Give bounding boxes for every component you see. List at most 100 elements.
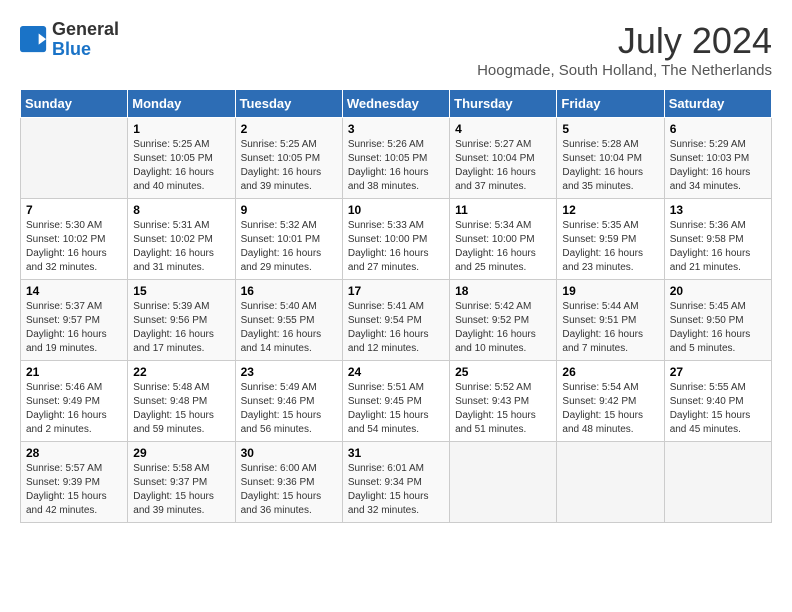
day-number: 18: [455, 284, 551, 298]
calendar-header-row: SundayMondayTuesdayWednesdayThursdayFrid…: [21, 90, 772, 118]
calendar-cell: 5 Sunrise: 5:28 AM Sunset: 10:04 PM Dayli…: [557, 118, 664, 199]
day-number: 26: [562, 365, 658, 379]
day-number: 7: [26, 203, 122, 217]
calendar-cell: 18 Sunrise: 5:42 AM Sunset: 9:52 PM Dayli…: [450, 280, 557, 361]
day-number: 24: [348, 365, 444, 379]
calendar-cell: 26Sunrise: 5:54 AM Sunset: 9:42 PM Dayli…: [557, 361, 664, 442]
calendar-cell: 19Sunrise: 5:44 AM Sunset: 9:51 PM Dayli…: [557, 280, 664, 361]
column-header-monday: Monday: [128, 90, 235, 118]
day-info: Sunrise: 6:01 AM Sunset: 9:34 PM Dayligh…: [348, 462, 444, 518]
day-number: 3: [348, 122, 444, 136]
calendar-cell: 15 Sunrise: 5:39 AM Sunset: 9:56 PM Dayli…: [128, 280, 235, 361]
calendar-cell: 20 Sunrise: 5:45 AM Sunset: 9:50 PM Dayli…: [664, 280, 771, 361]
day-info: Sunrise: 5:52 AM Sunset: 9:43 PM Dayligh…: [455, 381, 551, 437]
day-info: Sunrise: 5:58 AM Sunset: 9:37 PM Dayligh…: [133, 462, 229, 518]
day-number: 15: [133, 284, 229, 298]
day-number: 21: [26, 365, 122, 379]
calendar-cell: 17 Sunrise: 5:41 AM Sunset: 9:54 PM Dayli…: [342, 280, 449, 361]
day-number: 23: [241, 365, 337, 379]
day-info: Sunrise: 5:42 AM Sunset: 9:52 PM Dayligh…: [455, 300, 551, 356]
day-number: 25: [455, 365, 551, 379]
calendar-cell: 10Sunrise: 5:33 AM Sunset: 10:00 PM Dayl…: [342, 199, 449, 280]
day-info: Sunrise: 5:46 AM Sunset: 9:49 PM Dayligh…: [26, 381, 122, 437]
calendar-week-row: 1 Sunrise: 5:25 AM Sunset: 10:05 PM Dayli…: [21, 118, 772, 199]
day-info: Sunrise: 5:41 AM Sunset: 9:54 PM Dayligh…: [348, 300, 444, 356]
day-info: Sunrise: 5:57 AM Sunset: 9:39 PM Dayligh…: [26, 462, 122, 518]
day-number: 14: [26, 284, 122, 298]
day-info: Sunrise: 6:00 AM Sunset: 9:36 PM Dayligh…: [241, 462, 337, 518]
calendar-cell: 8Sunrise: 5:31 AM Sunset: 10:02 PM Dayli…: [128, 199, 235, 280]
day-info: Sunrise: 5:45 AM Sunset: 9:50 PM Dayligh…: [670, 300, 766, 356]
logo-icon: [20, 26, 48, 54]
day-info: Sunrise: 5:25 AM Sunset: 10:05 PM Daylig…: [133, 138, 229, 194]
day-info: Sunrise: 5:27 AM Sunset: 10:04 PM Daylig…: [455, 138, 551, 194]
day-info: Sunrise: 5:55 AM Sunset: 9:40 PM Dayligh…: [670, 381, 766, 437]
day-info: Sunrise: 5:48 AM Sunset: 9:48 PM Dayligh…: [133, 381, 229, 437]
day-number: 27: [670, 365, 766, 379]
day-number: 22: [133, 365, 229, 379]
day-number: 5: [562, 122, 658, 136]
calendar-cell: 1 Sunrise: 5:25 AM Sunset: 10:05 PM Dayli…: [128, 118, 235, 199]
day-number: 12: [562, 203, 658, 217]
calendar-cell: [557, 442, 664, 523]
calendar-cell: 23 Sunrise: 5:49 AM Sunset: 9:46 PM Dayli…: [235, 361, 342, 442]
day-info: Sunrise: 5:35 AM Sunset: 9:59 PM Dayligh…: [562, 219, 658, 275]
logo-general: General: [52, 19, 119, 39]
day-info: Sunrise: 5:49 AM Sunset: 9:46 PM Dayligh…: [241, 381, 337, 437]
day-info: Sunrise: 5:30 AM Sunset: 10:02 PM Daylig…: [26, 219, 122, 275]
logo: General Blue: [20, 20, 119, 60]
calendar-cell: 21 Sunrise: 5:46 AM Sunset: 9:49 PM Dayli…: [21, 361, 128, 442]
day-info: Sunrise: 5:25 AM Sunset: 10:05 PM Daylig…: [241, 138, 337, 194]
page-header: General Blue July 2024 Hoogmade, South H…: [20, 20, 772, 79]
calendar-cell: [450, 442, 557, 523]
day-info: Sunrise: 5:28 AM Sunset: 10:04 PM Daylig…: [562, 138, 658, 194]
day-number: 30: [241, 446, 337, 460]
column-header-sunday: Sunday: [21, 90, 128, 118]
day-info: Sunrise: 5:44 AM Sunset: 9:51 PM Dayligh…: [562, 300, 658, 356]
logo-text: General Blue: [52, 20, 119, 60]
calendar-cell: 13 Sunrise: 5:36 AM Sunset: 9:58 PM Dayli…: [664, 199, 771, 280]
calendar-cell: 2 Sunrise: 5:25 AM Sunset: 10:05 PM Dayli…: [235, 118, 342, 199]
calendar-cell: 16Sunrise: 5:40 AM Sunset: 9:55 PM Dayli…: [235, 280, 342, 361]
column-header-friday: Friday: [557, 90, 664, 118]
calendar-cell: 4 Sunrise: 5:27 AM Sunset: 10:04 PM Dayli…: [450, 118, 557, 199]
column-header-wednesday: Wednesday: [342, 90, 449, 118]
day-number: 17: [348, 284, 444, 298]
day-number: 2: [241, 122, 337, 136]
day-info: Sunrise: 5:39 AM Sunset: 9:56 PM Dayligh…: [133, 300, 229, 356]
calendar-cell: 9Sunrise: 5:32 AM Sunset: 10:01 PM Dayli…: [235, 199, 342, 280]
day-info: Sunrise: 5:34 AM Sunset: 10:00 PM Daylig…: [455, 219, 551, 275]
day-info: Sunrise: 5:32 AM Sunset: 10:01 PM Daylig…: [241, 219, 337, 275]
calendar-week-row: 21 Sunrise: 5:46 AM Sunset: 9:49 PM Dayli…: [21, 361, 772, 442]
calendar-cell: 31 Sunrise: 6:01 AM Sunset: 9:34 PM Dayli…: [342, 442, 449, 523]
location-title: Hoogmade, South Holland, The Netherlands: [477, 62, 772, 79]
day-info: Sunrise: 5:36 AM Sunset: 9:58 PM Dayligh…: [670, 219, 766, 275]
calendar-cell: 7 Sunrise: 5:30 AM Sunset: 10:02 PM Dayli…: [21, 199, 128, 280]
day-info: Sunrise: 5:37 AM Sunset: 9:57 PM Dayligh…: [26, 300, 122, 356]
day-number: 28: [26, 446, 122, 460]
column-header-thursday: Thursday: [450, 90, 557, 118]
calendar-cell: 14 Sunrise: 5:37 AM Sunset: 9:57 PM Dayli…: [21, 280, 128, 361]
logo-blue: Blue: [52, 39, 91, 59]
calendar-cell: 11 Sunrise: 5:34 AM Sunset: 10:00 PM Dayl…: [450, 199, 557, 280]
calendar-cell: 12 Sunrise: 5:35 AM Sunset: 9:59 PM Dayli…: [557, 199, 664, 280]
day-number: 31: [348, 446, 444, 460]
day-number: 1: [133, 122, 229, 136]
day-number: 4: [455, 122, 551, 136]
day-number: 11: [455, 203, 551, 217]
day-number: 13: [670, 203, 766, 217]
calendar-week-row: 28 Sunrise: 5:57 AM Sunset: 9:39 PM Dayli…: [21, 442, 772, 523]
calendar-cell: [21, 118, 128, 199]
calendar-cell: 30 Sunrise: 6:00 AM Sunset: 9:36 PM Dayli…: [235, 442, 342, 523]
calendar-cell: 29Sunrise: 5:58 AM Sunset: 9:37 PM Dayli…: [128, 442, 235, 523]
column-header-tuesday: Tuesday: [235, 90, 342, 118]
day-info: Sunrise: 5:40 AM Sunset: 9:55 PM Dayligh…: [241, 300, 337, 356]
calendar-cell: [664, 442, 771, 523]
calendar-cell: 25 Sunrise: 5:52 AM Sunset: 9:43 PM Dayli…: [450, 361, 557, 442]
month-title: July 2024: [477, 20, 772, 62]
title-block: July 2024 Hoogmade, South Holland, The N…: [477, 20, 772, 79]
calendar-week-row: 7 Sunrise: 5:30 AM Sunset: 10:02 PM Dayli…: [21, 199, 772, 280]
day-number: 20: [670, 284, 766, 298]
calendar-cell: 3Sunrise: 5:26 AM Sunset: 10:05 PM Dayli…: [342, 118, 449, 199]
calendar-week-row: 14 Sunrise: 5:37 AM Sunset: 9:57 PM Dayli…: [21, 280, 772, 361]
